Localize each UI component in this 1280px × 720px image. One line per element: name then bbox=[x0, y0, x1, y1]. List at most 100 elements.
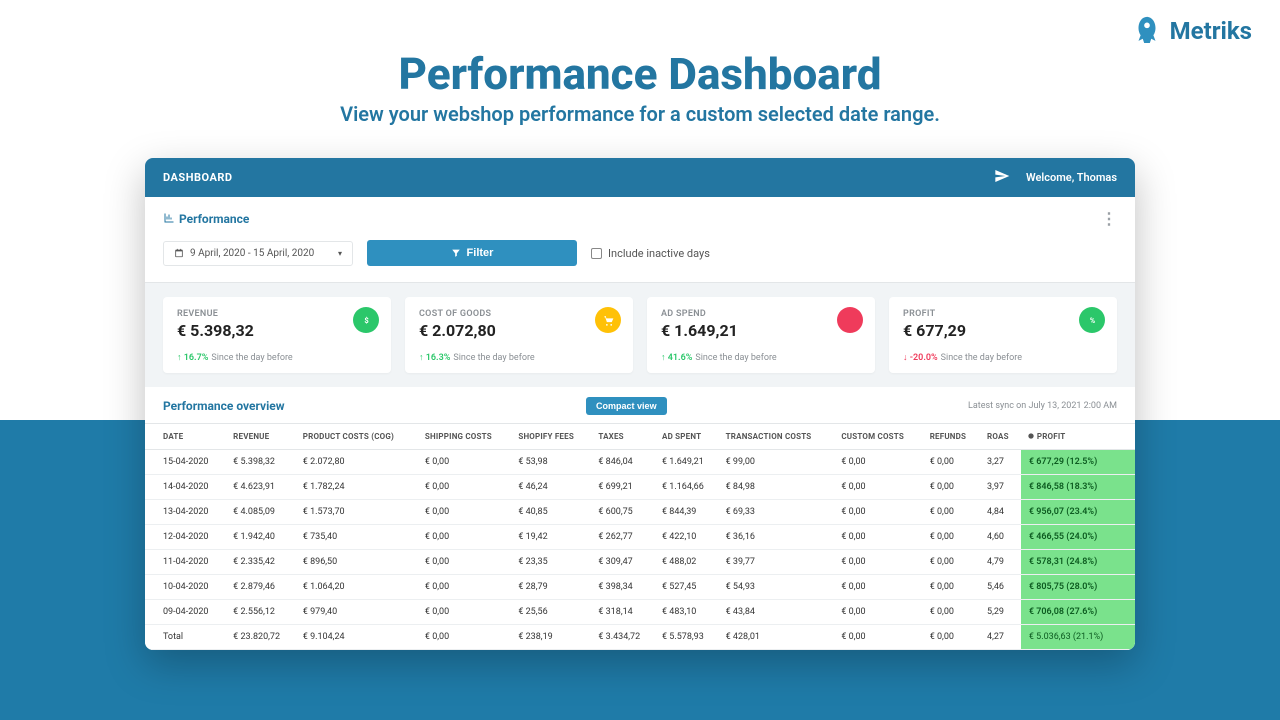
table-header[interactable]: REVENUE bbox=[227, 424, 297, 450]
table-cell: € 0,00 bbox=[835, 550, 923, 575]
date-range-picker[interactable]: 9 April, 2020 - 15 April, 2020 ▾ bbox=[163, 241, 353, 266]
filter-button[interactable]: Filter bbox=[367, 240, 577, 266]
table-cell: € 0,00 bbox=[924, 450, 981, 475]
table-row: 10-04-2020€ 2.879,46€ 1.064,20€ 0,00€ 28… bbox=[145, 575, 1135, 600]
panel-menu-icon[interactable]: ⋮ bbox=[1101, 209, 1117, 228]
table-cell: € 23.820,72 bbox=[227, 625, 297, 650]
kpi-card-0: $ REVENUE € 5.398,32 ↑ 16.7% Since the d… bbox=[163, 297, 391, 373]
sync-text: Latest sync on July 13, 2021 2:00 AM bbox=[968, 401, 1117, 411]
date-range-value: 9 April, 2020 - 15 April, 2020 bbox=[190, 248, 314, 259]
table-row: 11-04-2020€ 2.335,42€ 896,50€ 0,00€ 23,3… bbox=[145, 550, 1135, 575]
table-header[interactable]: SHIPPING COSTS bbox=[419, 424, 512, 450]
profit-cell: € 677,29 (12.5%) bbox=[1021, 450, 1135, 475]
table-cell: € 1.064,20 bbox=[297, 575, 419, 600]
table-cell: € 0,00 bbox=[419, 625, 512, 650]
table-header[interactable]: PRODUCT COSTS (COG) bbox=[297, 424, 419, 450]
table-header[interactable]: REFUNDS bbox=[924, 424, 981, 450]
brand-name: Metriks bbox=[1170, 17, 1252, 45]
table-cell: 3,27 bbox=[981, 450, 1021, 475]
performance-table: DATEREVENUEPRODUCT COSTS (COG)SHIPPING C… bbox=[145, 423, 1135, 650]
performance-panel: Performance ⋮ 9 April, 2020 - 15 April, … bbox=[145, 197, 1135, 283]
table-cell: 4,60 bbox=[981, 525, 1021, 550]
table-cell: € 0,00 bbox=[835, 500, 923, 525]
table-cell: € 262,77 bbox=[592, 525, 656, 550]
table-row: 15-04-2020€ 5.398,32€ 2.072,80€ 0,00€ 53… bbox=[145, 450, 1135, 475]
table-cell: € 1.573,70 bbox=[297, 500, 419, 525]
kpi-value: € 5.398,32 bbox=[177, 321, 377, 340]
table-header[interactable]: TRANSACTION COSTS bbox=[720, 424, 836, 450]
table-cell: € 979,40 bbox=[297, 600, 419, 625]
table-cell: € 0,00 bbox=[924, 475, 981, 500]
table-cell: 13-04-2020 bbox=[145, 500, 227, 525]
table-cell: € 422,10 bbox=[656, 525, 720, 550]
table-cell: € 69,33 bbox=[720, 500, 836, 525]
table-cell: € 428,01 bbox=[720, 625, 836, 650]
table-cell: 12-04-2020 bbox=[145, 525, 227, 550]
table-cell: 09-04-2020 bbox=[145, 600, 227, 625]
table-row: Total€ 23.820,72€ 9.104,24€ 0,00€ 238,19… bbox=[145, 625, 1135, 650]
table-cell: € 0,00 bbox=[924, 500, 981, 525]
table-cell: € 53,98 bbox=[512, 450, 592, 475]
table-header[interactable]: DATE bbox=[145, 424, 227, 450]
table-header[interactable]: AD SPENT bbox=[656, 424, 720, 450]
table-header[interactable]: PROFIT bbox=[1021, 424, 1135, 450]
table-cell: € 0,00 bbox=[924, 575, 981, 600]
kpi-label: REVENUE bbox=[177, 309, 377, 319]
include-inactive-checkbox[interactable]: Include inactive days bbox=[591, 247, 710, 260]
table-cell: € 527,45 bbox=[656, 575, 720, 600]
chart-icon bbox=[163, 212, 175, 224]
profit-cell: € 846,58 (18.3%) bbox=[1021, 475, 1135, 500]
hero: Performance Dashboard View your webshop … bbox=[0, 0, 1280, 126]
table-cell: 4,79 bbox=[981, 550, 1021, 575]
profit-cell: € 578,31 (24.8%) bbox=[1021, 550, 1135, 575]
table-cell: € 1.164,66 bbox=[656, 475, 720, 500]
welcome-text: Welcome, Thomas bbox=[1026, 171, 1117, 184]
table-cell: € 39,77 bbox=[720, 550, 836, 575]
table-cell: € 4.085,09 bbox=[227, 500, 297, 525]
table-cell: € 46,24 bbox=[512, 475, 592, 500]
table-cell: 4,27 bbox=[981, 625, 1021, 650]
kpi-label: PROFIT bbox=[903, 309, 1103, 319]
table-row: 13-04-2020€ 4.085,09€ 1.573,70€ 0,00€ 40… bbox=[145, 500, 1135, 525]
table-cell: € 896,50 bbox=[297, 550, 419, 575]
table-row: 14-04-2020€ 4.623,91€ 1.782,24€ 0,00€ 46… bbox=[145, 475, 1135, 500]
table-cell: € 488,02 bbox=[656, 550, 720, 575]
checkbox-icon bbox=[591, 248, 602, 259]
table-cell: € 600,75 bbox=[592, 500, 656, 525]
table-header[interactable]: ROAS bbox=[981, 424, 1021, 450]
table-cell: € 1.942,40 bbox=[227, 525, 297, 550]
table-cell: € 1.649,21 bbox=[656, 450, 720, 475]
app-window: DASHBOARD Welcome, Thomas Performance ⋮ … bbox=[145, 158, 1135, 650]
table-cell: € 0,00 bbox=[835, 600, 923, 625]
kpi-chip-icon bbox=[837, 307, 863, 333]
table-cell: € 0,00 bbox=[924, 625, 981, 650]
table-cell: 3,97 bbox=[981, 475, 1021, 500]
table-cell: 5,29 bbox=[981, 600, 1021, 625]
table-cell: € 43,84 bbox=[720, 600, 836, 625]
table-cell: € 0,00 bbox=[419, 575, 512, 600]
hero-subtitle: View your webshop performance for a cust… bbox=[0, 102, 1280, 126]
kpi-card-1: COST OF GOODS € 2.072,80 ↑ 16.3% Since t… bbox=[405, 297, 633, 373]
compact-view-button[interactable]: Compact view bbox=[586, 397, 667, 415]
panel-title: Performance bbox=[163, 212, 249, 226]
brand-logo: Metriks bbox=[1130, 14, 1252, 48]
kpi-value: € 1.649,21 bbox=[661, 321, 861, 340]
table-cell: € 483,10 bbox=[656, 600, 720, 625]
table-cell: € 0,00 bbox=[419, 600, 512, 625]
topbar-title: DASHBOARD bbox=[163, 171, 233, 184]
hero-title: Performance Dashboard bbox=[0, 48, 1280, 100]
table-cell: € 2.072,80 bbox=[297, 450, 419, 475]
table-cell: € 1.782,24 bbox=[297, 475, 419, 500]
send-icon[interactable] bbox=[994, 168, 1010, 187]
profit-cell: € 466,55 (24.0%) bbox=[1021, 525, 1135, 550]
topbar: DASHBOARD Welcome, Thomas bbox=[145, 158, 1135, 197]
profit-cell: € 805,75 (28.0%) bbox=[1021, 575, 1135, 600]
kpi-chip-icon: % bbox=[1079, 307, 1105, 333]
table-cell: € 2.556,12 bbox=[227, 600, 297, 625]
table-cell: € 844,39 bbox=[656, 500, 720, 525]
table-header[interactable]: SHOPIFY FEES bbox=[512, 424, 592, 450]
table-header[interactable]: CUSTOM COSTS bbox=[835, 424, 923, 450]
table-header[interactable]: TAXES bbox=[592, 424, 656, 450]
table-cell: € 0,00 bbox=[924, 550, 981, 575]
kpi-delta: ↑ 16.3% Since the day before bbox=[419, 352, 619, 363]
